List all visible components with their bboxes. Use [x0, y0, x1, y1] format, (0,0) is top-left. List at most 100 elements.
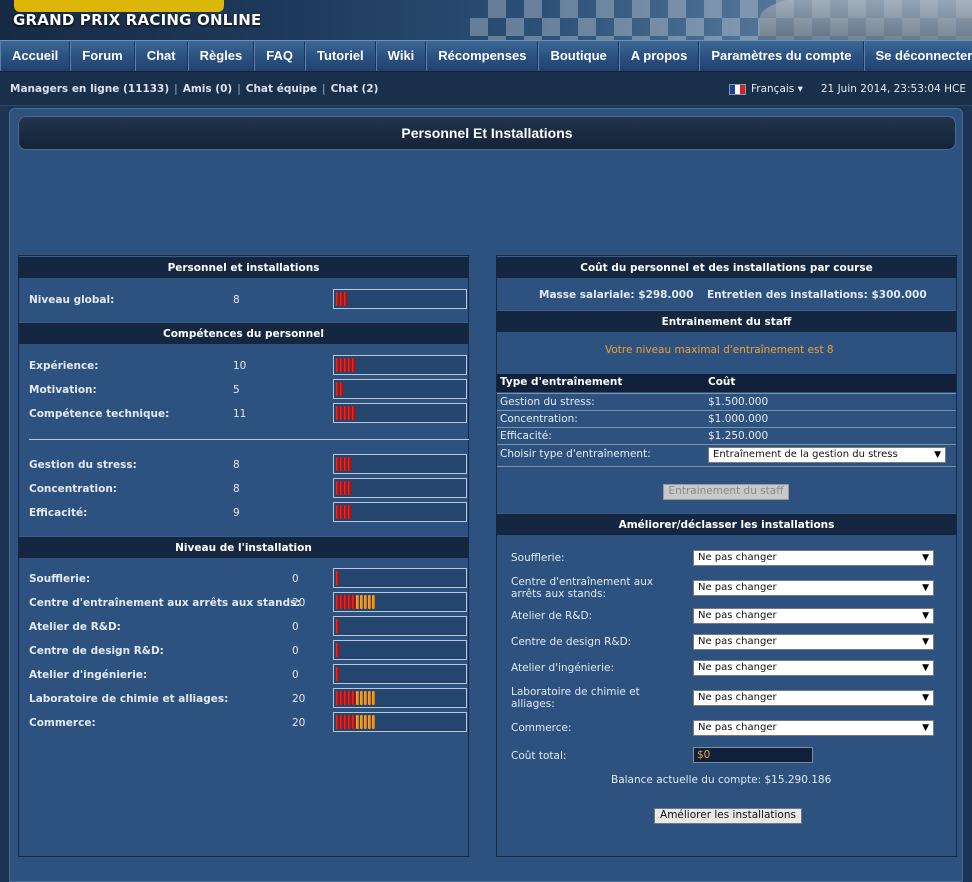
table-row: Concentration: $1.000.000	[497, 410, 956, 427]
language-selector[interactable]: Français ▾	[751, 83, 803, 95]
nav-regles[interactable]: Règles	[187, 41, 255, 71]
bar-segment	[356, 715, 359, 729]
facility-bar	[333, 568, 467, 588]
bar-segment	[336, 481, 339, 495]
main-nav: Accueil Forum Chat Règles FAQ Tutoriel Wiki Réc…	[0, 40, 972, 72]
nav-boutique[interactable]: Boutique	[538, 41, 619, 71]
upgrade-label: Centre d'entraînement aux arrêts aux sta…	[511, 576, 654, 600]
upgrade-select-value: Ne pas changer	[698, 692, 777, 703]
facility-bar	[333, 592, 467, 612]
skill-value: 8	[233, 459, 240, 471]
nav-chat[interactable]: Chat	[134, 41, 188, 71]
bar-segment	[336, 667, 339, 681]
nav-accueil[interactable]: Accueil	[0, 41, 71, 71]
upgrade-select[interactable]: Ne pas changer ▼	[693, 550, 934, 566]
upgrade-facilities-button[interactable]: Améliorer les installations	[654, 808, 802, 824]
table-row: Gestion du stress: $1.500.000	[497, 393, 956, 410]
facility-value: 0	[292, 669, 299, 681]
upgrade-select[interactable]: Ne pas changer ▼	[693, 580, 934, 596]
chevron-down-icon: ▼	[922, 637, 929, 647]
training-type: Efficacité:	[500, 430, 552, 442]
facility-value: 0	[292, 645, 299, 657]
nav-parametres-du-compte[interactable]: Paramètres du compte	[699, 41, 864, 71]
online-links: Managers en ligne (11133) | Amis (0) | Chat …	[10, 83, 379, 95]
upgrade-select[interactable]: Ne pas changer ▼	[693, 660, 934, 676]
global-level-value: 8	[233, 294, 240, 306]
chevron-down-icon: ▼	[922, 663, 929, 673]
skill-value: 5	[233, 384, 240, 396]
team-chat-link[interactable]: Chat équipe	[246, 83, 317, 95]
page-title: Personnel Et Installations	[18, 116, 956, 150]
chevron-down-icon: ▼	[922, 553, 929, 563]
bar-segment	[344, 715, 347, 729]
total-cost-field: $0	[693, 747, 813, 763]
nav-a-propos[interactable]: A propos	[618, 41, 700, 71]
skill-bar	[333, 355, 467, 375]
nav-se-deconnecter[interactable]: Se déconnecter	[863, 41, 972, 71]
bar-segment	[364, 715, 367, 729]
chevron-down-icon: ▼	[922, 611, 929, 621]
bar-segment	[336, 457, 339, 471]
section-header-training: Entrainement du staff	[497, 310, 956, 332]
locale-info: Français ▾ 21 Juin 2014, 23:53:04 HCE	[728, 83, 966, 95]
train-staff-button[interactable]: Entrainement du staff	[663, 484, 789, 500]
logo-text[interactable]: GRAND PRIX RACING ONLINE	[13, 11, 262, 29]
nav-recompenses[interactable]: Récompenses	[426, 41, 539, 71]
skill-bar	[333, 379, 467, 399]
col-cost: Coût	[708, 376, 736, 388]
nav-wiki[interactable]: Wiki	[375, 41, 427, 71]
max-training-notice: Votre niveau maximal d'entraînement est …	[605, 344, 834, 356]
bar-segment	[348, 457, 351, 471]
bar-segment	[360, 715, 363, 729]
bar-segment	[344, 691, 347, 705]
skill-label: Motivation:	[29, 384, 97, 396]
facility-label: Atelier de R&D:	[29, 621, 121, 633]
bar-segment	[364, 691, 367, 705]
race-car-graphic	[760, 0, 972, 40]
upgrade-select-value: Ne pas changer	[698, 636, 777, 647]
bar-segment	[344, 505, 347, 519]
maintenance-text: Entretien des installations: $300.000	[707, 289, 927, 301]
chevron-down-icon: ▼	[934, 450, 941, 460]
training-type-select[interactable]: Entraînement de la gestion du stress ▼	[708, 447, 946, 463]
skill-label: Expérience:	[29, 360, 99, 372]
friends-link[interactable]: Amis (0)	[183, 83, 232, 95]
section-header-skills: Compétences du personnel	[19, 322, 468, 344]
status-bar: Managers en ligne (11133) | Amis (0) | Chat …	[0, 72, 972, 106]
upgrade-label: Commerce:	[511, 722, 572, 734]
bar-segment	[356, 691, 359, 705]
upgrade-label: Centre de design R&D:	[511, 636, 632, 648]
upgrade-select[interactable]: Ne pas changer ▼	[693, 608, 934, 624]
bar-segment	[344, 358, 347, 372]
facility-value: 0	[292, 621, 299, 633]
bar-segment	[352, 691, 355, 705]
divider	[29, 439, 469, 440]
facility-value: 20	[292, 693, 306, 705]
chevron-down-icon: ▼	[922, 583, 929, 593]
facility-value: 0	[292, 573, 299, 585]
nav-tutoriel[interactable]: Tutoriel	[304, 41, 376, 71]
training-type: Concentration:	[500, 413, 578, 425]
facility-bar	[333, 712, 467, 732]
nav-forum[interactable]: Forum	[70, 41, 135, 71]
col-type: Type d'entraînement	[500, 376, 623, 388]
bar-segment	[348, 595, 351, 609]
upgrade-select[interactable]: Ne pas changer ▼	[693, 690, 934, 706]
upgrade-select[interactable]: Ne pas changer ▼	[693, 634, 934, 650]
section-header-upgrade: Améliorer/déclasser les installations	[497, 513, 956, 535]
divider	[497, 466, 956, 467]
global-level-label: Niveau global:	[29, 294, 115, 306]
skill-bar	[333, 502, 467, 522]
bar-segment	[348, 358, 351, 372]
bar-segment	[348, 406, 351, 420]
managers-online-link[interactable]: Managers en ligne (11133)	[10, 83, 169, 95]
upgrade-select[interactable]: Ne pas changer ▼	[693, 720, 934, 736]
bar-segment	[340, 382, 343, 396]
nav-faq[interactable]: FAQ	[254, 41, 305, 71]
facility-value: 20	[292, 597, 306, 609]
bar-segment	[352, 715, 355, 729]
facility-label: Commerce:	[29, 717, 96, 729]
chat-link[interactable]: Chat (2)	[331, 83, 379, 95]
bar-segment	[336, 595, 339, 609]
server-datetime: 21 Juin 2014, 23:53:04 HCE	[820, 83, 966, 95]
